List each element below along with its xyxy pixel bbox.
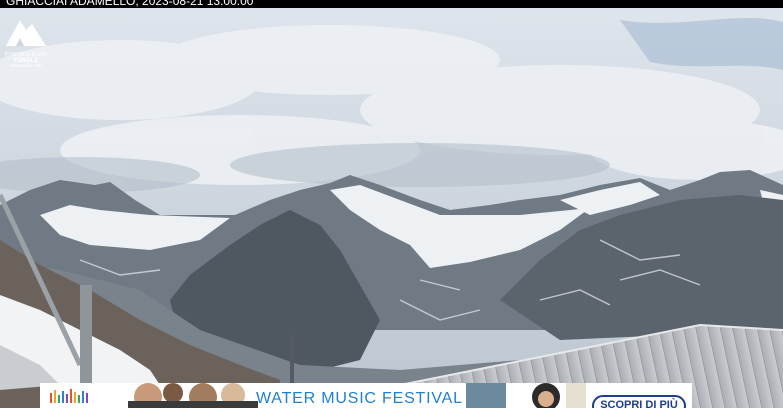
logo-line-3: Adamello Ski bbox=[9, 64, 43, 69]
webcam-scene bbox=[0, 0, 783, 408]
logo-text: PONTEDILEGNO TONALE Adamello Ski bbox=[2, 52, 50, 70]
timestamp-bar: GHIACCIAI ADAMELLO, 2023-08-21 13:00:00 bbox=[0, 0, 783, 8]
resort-logo: PONTEDILEGNO TONALE Adamello Ski bbox=[2, 12, 50, 70]
timestamp-text: GHIACCIAI ADAMELLO, 2023-08-21 13:00:00 bbox=[6, 0, 254, 8]
equalizer-icon bbox=[50, 389, 88, 403]
mountain-logo-icon bbox=[6, 20, 46, 46]
banner-title: WATER MUSIC FESTIVAL bbox=[256, 390, 463, 407]
ad-banner[interactable]: WATER MUSIC FESTIVAL SCOPRI DI PIÙ bbox=[40, 383, 692, 408]
festival-photos bbox=[466, 383, 586, 408]
discover-more-button[interactable]: SCOPRI DI PIÙ bbox=[592, 395, 686, 408]
